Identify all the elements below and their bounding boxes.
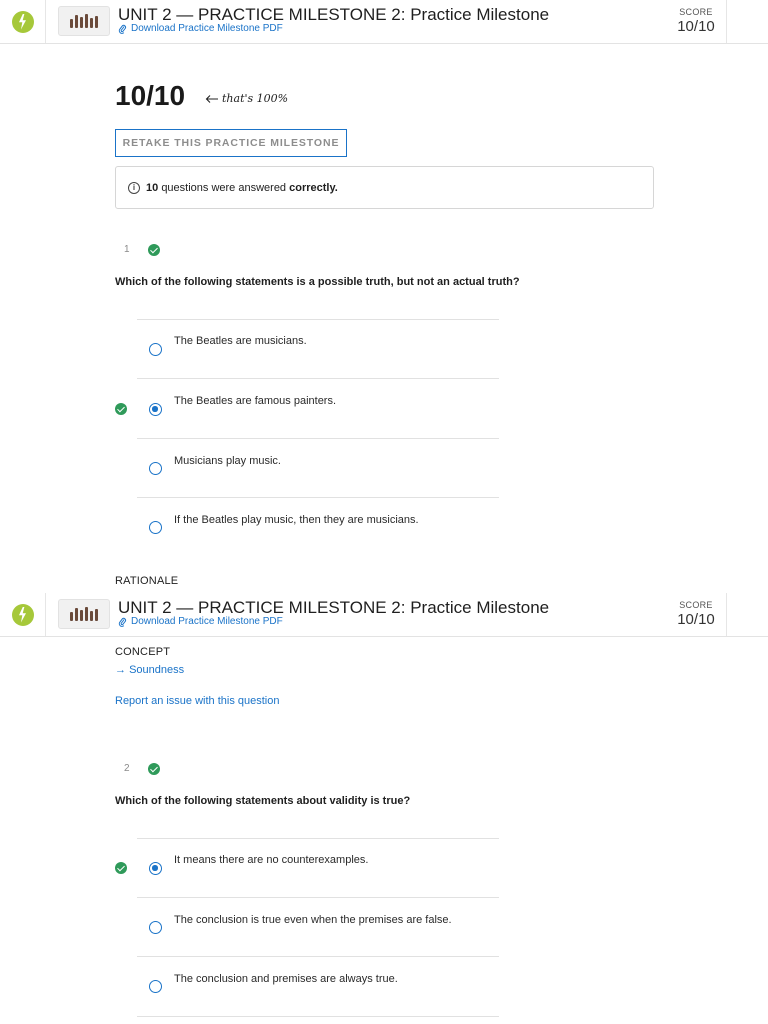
big-score: 10/10 [115, 80, 186, 111]
info-icon: i [128, 181, 140, 194]
header-divider [726, 593, 727, 636]
option-label[interactable]: Musicians play music. [174, 455, 281, 467]
option-label[interactable]: It means there are no counterexamples. [174, 854, 368, 866]
score-label: SCORE [679, 600, 713, 610]
course-thumbnail [58, 599, 110, 629]
sticky-header: UNIT 2 — PRACTICE MILESTONE 2: Practice … [0, 593, 768, 637]
option-radio[interactable] [149, 921, 162, 934]
retake-button[interactable]: RETAKE THIS PRACTICE MILESTONE [115, 129, 347, 157]
handwritten-note: that's 100% [205, 92, 288, 105]
score-cell: SCORE 10/10 [666, 0, 726, 43]
brand-logo-icon[interactable] [11, 603, 34, 626]
option-radio-selected[interactable] [149, 403, 162, 416]
option-label[interactable]: The Beatles are musicians. [174, 335, 307, 347]
correct-check-icon [148, 244, 160, 256]
score-value: 10/10 [677, 18, 715, 35]
option-divider [137, 1016, 499, 1017]
result-info-box: i 10 questions were answered correctly. [115, 166, 654, 209]
score-cell: SCORE 10/10 [666, 593, 726, 636]
arrow-right-icon: → [115, 664, 126, 676]
download-pdf-link[interactable]: Download Practice Milestone PDF [118, 616, 283, 627]
paperclip-icon [118, 24, 127, 34]
pdf-link-label[interactable]: Download Practice Milestone PDF [131, 616, 283, 627]
header-divider [726, 0, 727, 43]
course-thumbnail [58, 6, 110, 36]
option-radio[interactable] [149, 980, 162, 993]
option-divider [137, 319, 499, 320]
option-label[interactable]: The Beatles are famous painters. [174, 395, 336, 407]
question-number: 2 [124, 763, 130, 774]
report-issue-link[interactable]: Report an issue with this question [115, 695, 279, 707]
option-divider [137, 897, 499, 898]
option-label[interactable]: The conclusion is true even when the pre… [174, 914, 452, 926]
brand-logo-icon[interactable] [11, 10, 34, 33]
logo-cell[interactable] [0, 0, 46, 43]
option-divider [137, 956, 499, 957]
question-text: Which of the following statements about … [115, 795, 411, 807]
option-radio[interactable] [149, 462, 162, 475]
info-count: 10 [146, 181, 159, 194]
paperclip-icon [118, 617, 127, 627]
option-label[interactable]: The conclusion and premises are always t… [174, 973, 398, 985]
info-mid: questions were answered [161, 181, 287, 194]
option-label[interactable]: If the Beatles play music, then they are… [174, 514, 419, 526]
unit-title: UNIT 2 — PRACTICE MILESTONE 2: Practice … [118, 5, 550, 24]
correct-check-icon [148, 763, 160, 775]
info-result: correctly. [289, 181, 338, 194]
logo-cell[interactable] [0, 593, 46, 636]
unit-title: UNIT 2 — PRACTICE MILESTONE 2: Practice … [118, 598, 550, 617]
option-radio[interactable] [149, 521, 162, 534]
pdf-link-label[interactable]: Download Practice Milestone PDF [131, 23, 283, 34]
note-text: that's 100% [222, 92, 289, 105]
download-pdf-link[interactable]: Download Practice Milestone PDF [118, 23, 283, 34]
arrow-left-icon [205, 94, 218, 103]
rationale-label: RATIONALE [115, 575, 179, 587]
score-value: 10/10 [677, 611, 715, 628]
option-divider [137, 438, 499, 439]
concept-link-label[interactable]: Soundness [129, 664, 184, 676]
correct-answer-check-icon [115, 862, 127, 874]
concept-label: CONCEPT [115, 646, 171, 658]
option-radio[interactable] [149, 343, 162, 356]
correct-answer-check-icon [115, 403, 127, 415]
top-header: UNIT 2 — PRACTICE MILESTONE 2: Practice … [0, 0, 768, 44]
concept-link[interactable]: → Soundness [115, 664, 184, 676]
option-divider [137, 378, 499, 379]
option-radio-selected[interactable] [149, 862, 162, 875]
option-divider [137, 497, 499, 498]
option-divider [137, 838, 499, 839]
score-label: SCORE [679, 7, 713, 17]
question-number: 1 [124, 244, 130, 255]
question-text: Which of the following statements is a p… [115, 276, 520, 288]
